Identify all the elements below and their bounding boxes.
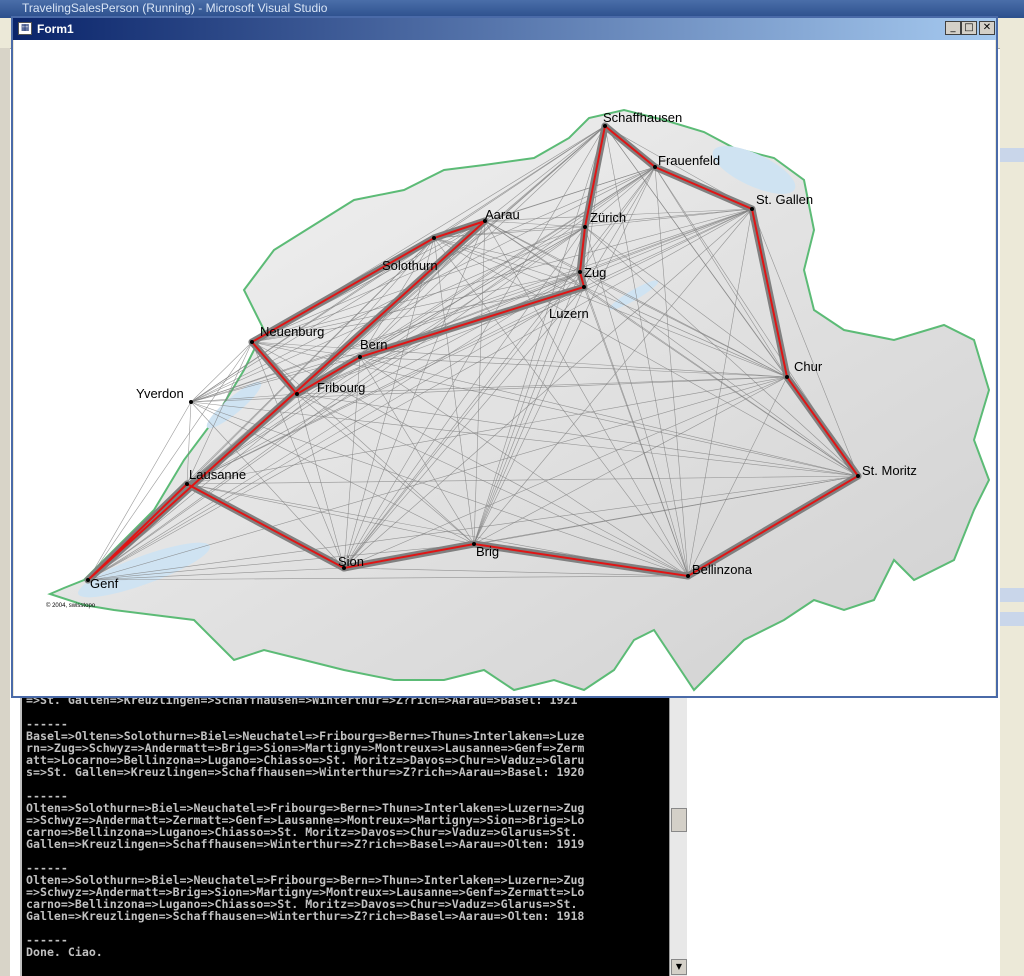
city-label: St. Gallen: [756, 192, 813, 207]
city-label: Lausanne: [189, 467, 246, 482]
city-label: St. Moritz: [862, 463, 917, 478]
city-label: Bellinzona: [692, 562, 753, 577]
city-marker: [750, 207, 754, 211]
form1-title: Form1: [37, 22, 74, 36]
console-scrollbar[interactable]: ▼: [669, 690, 687, 976]
console-output: =>St. Gallen=>Kreuzlingen=>Schaffhausen=…: [26, 694, 585, 959]
city-marker: [189, 400, 193, 404]
city-label: Schaffhausen: [603, 110, 682, 125]
city-label: Genf: [90, 576, 119, 591]
city-marker: [295, 392, 299, 396]
vs-left-panel: [0, 48, 10, 976]
city-label: Zug: [584, 265, 606, 280]
city-label: Brig: [476, 544, 499, 559]
city-marker: [250, 340, 254, 344]
city-marker: [583, 225, 587, 229]
city-label: Aarau: [485, 207, 520, 222]
city-label: Neuenburg: [260, 324, 324, 339]
switzerland-border: [47, 108, 991, 692]
scroll-down-button[interactable]: ▼: [671, 959, 687, 975]
scrollbar-thumb[interactable]: [671, 808, 687, 832]
city-label: Sion: [338, 554, 364, 569]
city-marker: [578, 270, 582, 274]
maximize-button[interactable]: □: [961, 21, 977, 35]
app-icon: ▦: [18, 22, 32, 35]
form1-window: ▦ Form1 _ □ ✕ Schaffhausen Frauenfeld St…: [11, 16, 998, 698]
city-marker: [185, 482, 189, 486]
city-label: Frauenfeld: [658, 153, 720, 168]
city-marker: [785, 375, 789, 379]
console-window: =>St. Gallen=>Kreuzlingen=>Schaffhausen=…: [20, 690, 687, 976]
map-canvas: Schaffhausen Frauenfeld St. Gallen Aarau Zür…: [14, 40, 995, 696]
city-marker: [582, 285, 586, 289]
city-marker: [686, 574, 690, 578]
city-marker: [358, 355, 362, 359]
vs-right-panel: [1000, 48, 1024, 976]
switzerland-map: Schaffhausen Frauenfeld St. Gallen Aarau Zür…: [46, 108, 991, 692]
vs-window-title: TravelingSalesPerson (Running) - Microso…: [22, 1, 328, 15]
city-label: Chur: [794, 359, 823, 374]
minimize-button[interactable]: _: [945, 21, 961, 35]
city-label: Fribourg: [317, 380, 365, 395]
copyright-text: © 2004, swisstopo: [46, 602, 96, 609]
city-marker: [856, 474, 860, 478]
city-label: Solothurn: [382, 258, 438, 273]
city-label: Zürich: [590, 210, 626, 225]
close-button[interactable]: ✕: [979, 21, 995, 35]
city-label: Bern: [360, 337, 387, 352]
form1-titlebar[interactable]: ▦ Form1 _ □ ✕: [13, 18, 996, 40]
city-marker: [653, 165, 657, 169]
city-marker: [432, 236, 436, 240]
city-label: Yverdon: [136, 386, 184, 401]
city-label: Luzern: [549, 306, 589, 321]
